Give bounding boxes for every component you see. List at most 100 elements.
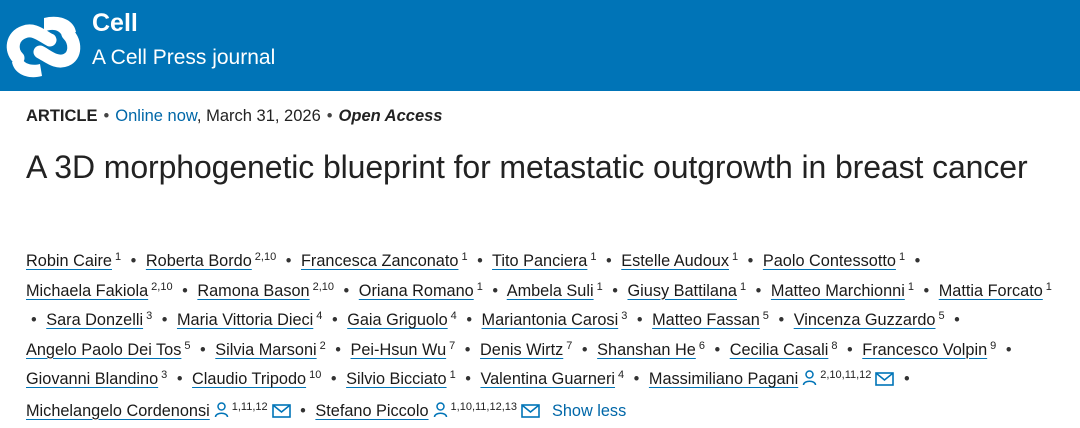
mail-icon[interactable]: [875, 367, 894, 397]
author-item: Estelle Audoux1: [621, 252, 738, 270]
affiliation-sup[interactable]: 3: [621, 310, 627, 322]
author-name-link[interactable]: Michaela Fakiola: [26, 282, 148, 300]
author-item: Matteo Fassan5: [652, 311, 769, 329]
author-name-link[interactable]: Francesca Zanconato: [301, 252, 458, 270]
author-item: Denis Wirtz7: [480, 341, 572, 359]
author-item: Valentina Guarneri4: [480, 370, 624, 388]
author-name-link[interactable]: Vincenza Guzzardo: [794, 311, 936, 329]
author-name-link[interactable]: Angelo Paolo Dei Tos: [26, 341, 181, 359]
author-item: Mariantonia Carosi3: [482, 311, 628, 329]
affiliation-sup[interactable]: 1,11,12: [232, 401, 268, 413]
person-icon[interactable]: [214, 399, 229, 428]
author-separator: •: [612, 282, 618, 300]
affiliation-sup[interactable]: 1,10,11,12,13: [451, 401, 517, 413]
author-item: Giusy Battilana1: [627, 282, 746, 300]
author-name-link[interactable]: Silvia Marsoni: [215, 341, 316, 359]
online-now-link[interactable]: Online now: [115, 107, 197, 125]
mail-icon[interactable]: [521, 399, 540, 428]
author-name-link[interactable]: Estelle Audoux: [621, 252, 729, 270]
author-name-link[interactable]: Cecilia Casali: [730, 341, 829, 359]
author-separator: •: [162, 311, 168, 329]
affiliation-sup[interactable]: 1: [450, 369, 456, 381]
affiliation-sup[interactable]: 7: [449, 340, 455, 352]
author-name-link[interactable]: Tito Panciera: [492, 252, 587, 270]
affiliation-sup[interactable]: 5: [763, 310, 769, 322]
affiliation-sup[interactable]: 4: [451, 310, 457, 322]
author-name-link[interactable]: Claudio Tripodo: [192, 370, 306, 388]
affiliation-sup[interactable]: 1: [908, 281, 914, 293]
affiliation-sup[interactable]: 3: [161, 369, 167, 381]
author-item: Claudio Tripodo10: [192, 370, 321, 388]
author-name-link[interactable]: Robin Caire: [26, 252, 112, 270]
author-separator: •: [331, 370, 337, 388]
affiliation-sup[interactable]: 1: [732, 251, 738, 263]
author-name-link[interactable]: Stefano Piccolo: [315, 402, 428, 420]
affiliation-sup[interactable]: 2,10: [151, 281, 172, 293]
author-separator: •: [915, 252, 921, 270]
separator-dot: •: [104, 107, 110, 125]
affiliation-sup[interactable]: 1: [590, 251, 596, 263]
author-name-link[interactable]: Giusy Battilana: [627, 282, 737, 300]
author-name-link[interactable]: Ramona Bason: [197, 282, 309, 300]
author-name-link[interactable]: Shanshan He: [597, 341, 696, 359]
author-item: Pei-Hsun Wu7: [351, 341, 456, 359]
affiliation-sup[interactable]: 7: [566, 340, 572, 352]
person-icon[interactable]: [433, 399, 448, 428]
author-name-link[interactable]: Oriana Romano: [359, 282, 474, 300]
affiliation-sup[interactable]: 1: [899, 251, 905, 263]
author-separator: •: [492, 282, 498, 300]
person-icon[interactable]: [802, 367, 817, 397]
cell-logo-icon[interactable]: [4, 6, 82, 86]
affiliation-sup[interactable]: 5: [938, 310, 944, 322]
affiliation-sup[interactable]: 3: [146, 310, 152, 322]
author-name-link[interactable]: Denis Wirtz: [480, 341, 563, 359]
author-name-link[interactable]: Roberta Bordo: [146, 252, 252, 270]
author-item: Cecilia Casali8: [730, 341, 838, 359]
affiliation-sup[interactable]: 1: [115, 251, 121, 263]
author-name-link[interactable]: Michelangelo Cordenonsi: [26, 402, 210, 420]
show-less-link[interactable]: Show less: [552, 402, 626, 420]
affiliation-sup[interactable]: 1: [461, 251, 467, 263]
author-name-link[interactable]: Sara Donzelli: [46, 311, 143, 329]
author-item: Giovanni Blandino3: [26, 370, 167, 388]
author-name-link[interactable]: Valentina Guarneri: [480, 370, 615, 388]
author-name-link[interactable]: Massimiliano Pagani: [649, 370, 798, 388]
author-name-link[interactable]: Matteo Fassan: [652, 311, 760, 329]
author-name-link[interactable]: Mattia Forcato: [939, 282, 1043, 300]
affiliation-sup[interactable]: 9: [990, 340, 996, 352]
author-name-link[interactable]: Ambela Suli: [507, 282, 594, 300]
author-name-link[interactable]: Francesco Volpin: [862, 341, 987, 359]
author-name-link[interactable]: Maria Vittoria Dieci: [177, 311, 313, 329]
author-item: Mattia Forcato1: [939, 282, 1052, 300]
author-item: Gaia Griguolo 4: [347, 311, 457, 329]
mail-icon[interactable]: [272, 399, 291, 428]
author-item: Francesca Zanconato1: [301, 252, 468, 270]
affiliation-sup[interactable]: 5: [184, 340, 190, 352]
affiliation-sup[interactable]: 8: [831, 340, 837, 352]
affiliation-sup[interactable]: 2,10: [313, 281, 334, 293]
author-name-link[interactable]: Giovanni Blandino: [26, 370, 158, 388]
author-separator: •: [286, 252, 292, 270]
author-name-link[interactable]: Pei-Hsun Wu: [351, 341, 447, 359]
author-name-link[interactable]: Paolo Contessotto: [763, 252, 896, 270]
affiliation-sup[interactable]: 4: [618, 369, 624, 381]
author-separator: •: [182, 282, 188, 300]
affiliation-sup[interactable]: 2,10: [255, 251, 276, 263]
author-item: Silvio Bicciato 1: [346, 370, 456, 388]
affiliation-sup[interactable]: 2: [320, 340, 326, 352]
author-separator: •: [582, 341, 588, 359]
author-name-link[interactable]: Silvio Bicciato: [346, 370, 446, 388]
affiliation-sup[interactable]: 2,10,11,12: [820, 369, 871, 381]
affiliation-sup[interactable]: 1: [597, 281, 603, 293]
affiliation-sup[interactable]: 1: [740, 281, 746, 293]
affiliation-sup[interactable]: 1: [477, 281, 483, 293]
author-name-link[interactable]: Matteo Marchionni: [771, 282, 905, 300]
author-item: Ramona Bason 2,10: [197, 282, 334, 300]
affiliation-sup[interactable]: 6: [699, 340, 705, 352]
affiliation-sup[interactable]: 4: [316, 310, 322, 322]
affiliation-sup[interactable]: 1: [1046, 281, 1052, 293]
author-name-link[interactable]: Mariantonia Carosi: [482, 311, 619, 329]
author-name-link[interactable]: Gaia Griguolo: [347, 311, 447, 329]
affiliation-sup[interactable]: 10: [309, 369, 321, 381]
journal-name[interactable]: Cell: [92, 8, 138, 38]
